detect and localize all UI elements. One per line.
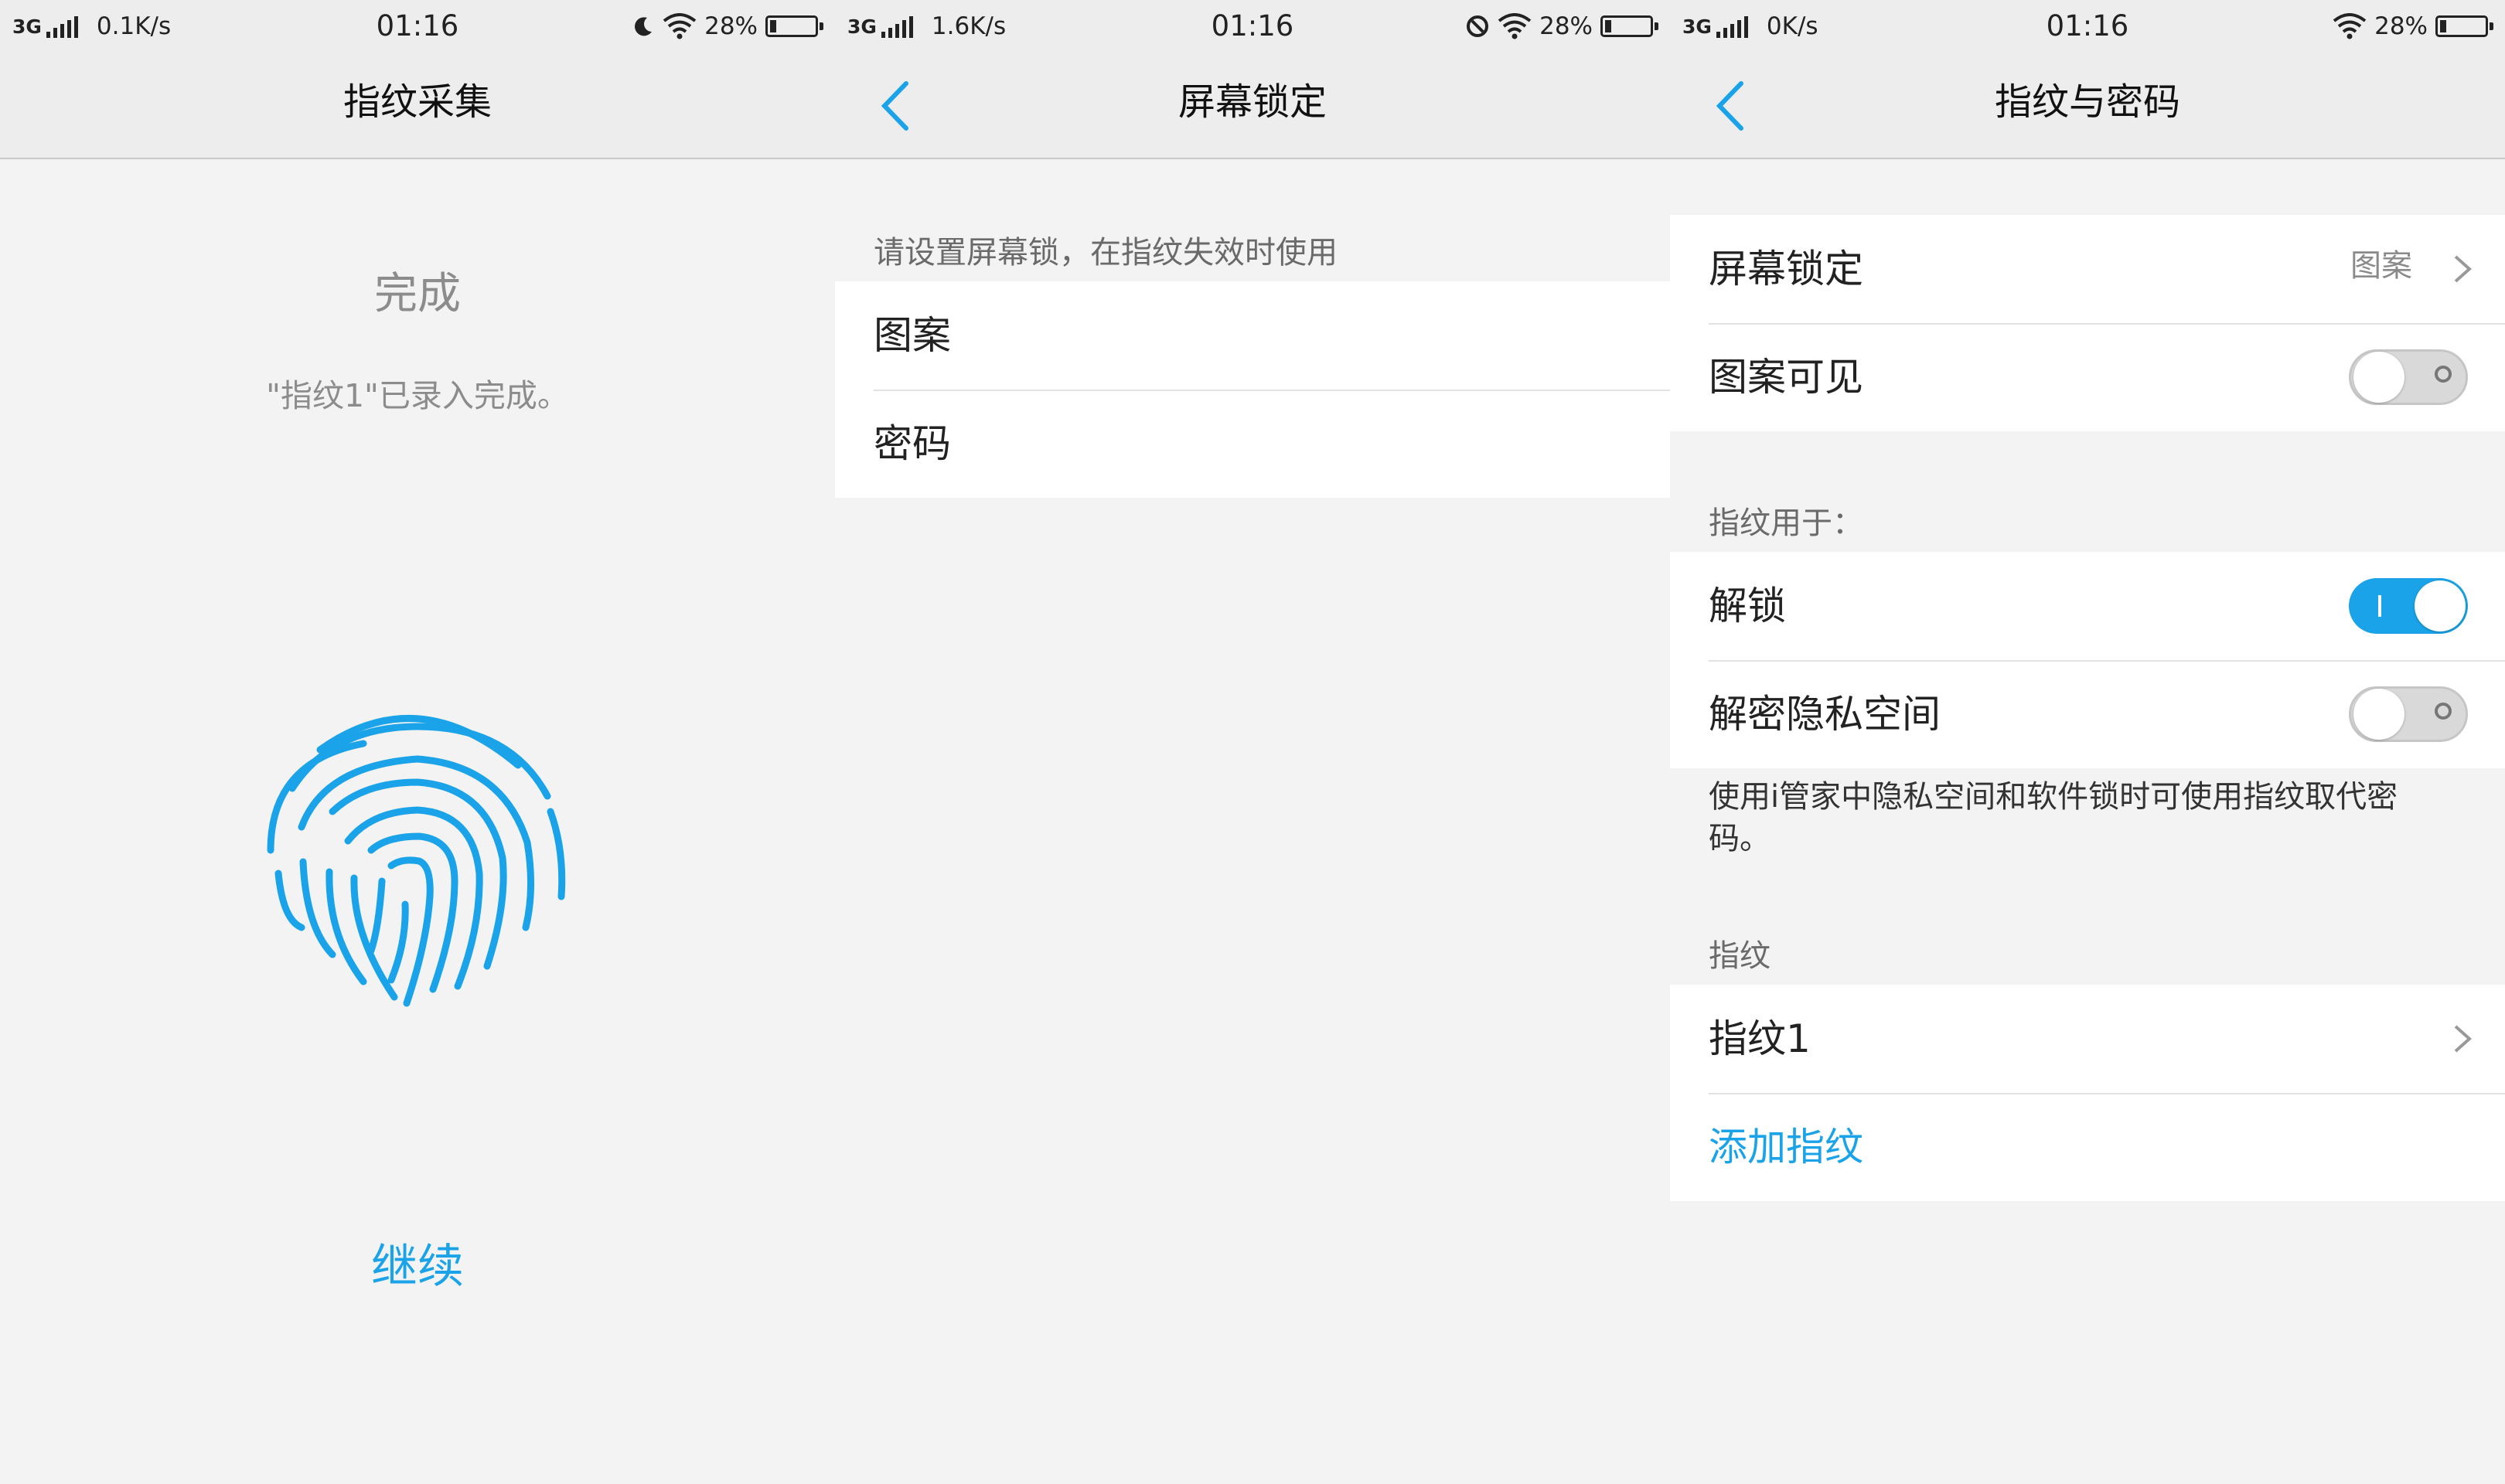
fingerprint-usage-group: 解锁 解密隐私空间 bbox=[1670, 552, 2505, 768]
lock-settings-group: 屏幕锁定 图案 图案可见 bbox=[1670, 215, 2505, 431]
battery-percent: 28% bbox=[1539, 12, 1593, 40]
page-title: 指纹与密码 bbox=[1994, 80, 2180, 124]
battery-percent: 28% bbox=[704, 12, 758, 40]
done-title: 完成 bbox=[374, 269, 461, 319]
status-bar: 3G 0K/s 01:16 28% bbox=[1670, 0, 2505, 51]
done-message: "指纹1"已录入完成。 bbox=[266, 377, 569, 414]
battery-icon bbox=[765, 15, 823, 37]
chevron-right-icon bbox=[2454, 1025, 2473, 1053]
option-label: 图案 bbox=[874, 313, 951, 358]
page-title: 指纹采集 bbox=[343, 80, 492, 124]
page-title: 屏幕锁定 bbox=[1178, 80, 1327, 124]
chevron-right-icon bbox=[2454, 255, 2473, 283]
private-space-row: 解密隐私空间 bbox=[1670, 660, 2505, 768]
row-label: 图案可见 bbox=[1709, 355, 1863, 400]
fingerprint-list-group: 指纹1 添加指纹 bbox=[1670, 985, 2505, 1201]
wifi-icon bbox=[1498, 13, 1532, 39]
row-label: 解锁 bbox=[1709, 584, 1786, 628]
moon-icon bbox=[635, 17, 653, 36]
row-label: 屏幕锁定 bbox=[1709, 247, 1863, 291]
add-fingerprint-row[interactable]: 添加指纹 bbox=[1670, 1093, 2505, 1201]
unlock-row: 解锁 bbox=[1670, 552, 2505, 660]
title-bar: 屏幕锁定 bbox=[835, 51, 1670, 159]
wifi-icon bbox=[2333, 13, 2367, 39]
option-password[interactable]: 密码 bbox=[835, 390, 1670, 498]
screen-lock-row[interactable]: 屏幕锁定 图案 bbox=[1670, 215, 2505, 323]
wifi-icon bbox=[663, 13, 697, 39]
usage-note: 使用i管家中隐私空间和软件锁时可使用指纹取代密码。 bbox=[1709, 779, 2398, 856]
pattern-visible-row: 图案可见 bbox=[1670, 323, 2505, 431]
fingerprint-item[interactable]: 指纹1 bbox=[1670, 985, 2505, 1093]
option-pattern[interactable]: 图案 bbox=[835, 281, 1670, 390]
used-for-header: 指纹用于： bbox=[1709, 505, 1863, 541]
title-bar: 指纹采集 bbox=[0, 51, 835, 159]
pattern-visible-toggle[interactable] bbox=[2349, 349, 2468, 405]
status-bar: 3G 1.6K/s 01:16 28% bbox=[835, 0, 1670, 51]
battery-icon bbox=[2435, 15, 2493, 37]
row-label: 指纹1 bbox=[1709, 1016, 1811, 1061]
fingerprint-header: 指纹 bbox=[1709, 938, 1771, 974]
fingerprint-capture-screen: 3G 0.1K/s 01:16 28% 指纹采集 完成 "指纹1"已录入完成。 bbox=[0, 0, 835, 1484]
screen-lock-screen: 3G 1.6K/s 01:16 28% 屏幕锁定 请设置屏幕锁，在指纹失效时使用… bbox=[835, 0, 1670, 1484]
screen-lock-value: 图案 bbox=[2350, 248, 2412, 284]
status-bar: 3G 0.1K/s 01:16 28% bbox=[0, 0, 835, 51]
lock-hint: 请设置屏幕锁，在指纹失效时使用 bbox=[874, 235, 1338, 271]
lock-options: 图案 密码 bbox=[835, 281, 1670, 498]
battery-percent: 28% bbox=[2374, 12, 2428, 40]
fingerprint-password-screen: 3G 0K/s 01:16 28% 指纹与密码 屏幕锁定 图案 图案可见 指纹用… bbox=[1670, 0, 2505, 1484]
rotation-lock-icon bbox=[1467, 15, 1489, 37]
add-fingerprint-link[interactable]: 添加指纹 bbox=[1709, 1093, 1863, 1201]
row-label: 解密隐私空间 bbox=[1709, 692, 1941, 737]
option-label: 密码 bbox=[874, 421, 951, 466]
continue-button[interactable]: 继续 bbox=[0, 1229, 835, 1296]
private-space-toggle[interactable] bbox=[2349, 686, 2468, 742]
battery-icon bbox=[1600, 15, 1658, 37]
title-bar: 指纹与密码 bbox=[1670, 51, 2505, 159]
unlock-toggle[interactable] bbox=[2349, 578, 2468, 634]
fingerprint-icon bbox=[267, 715, 566, 1007]
